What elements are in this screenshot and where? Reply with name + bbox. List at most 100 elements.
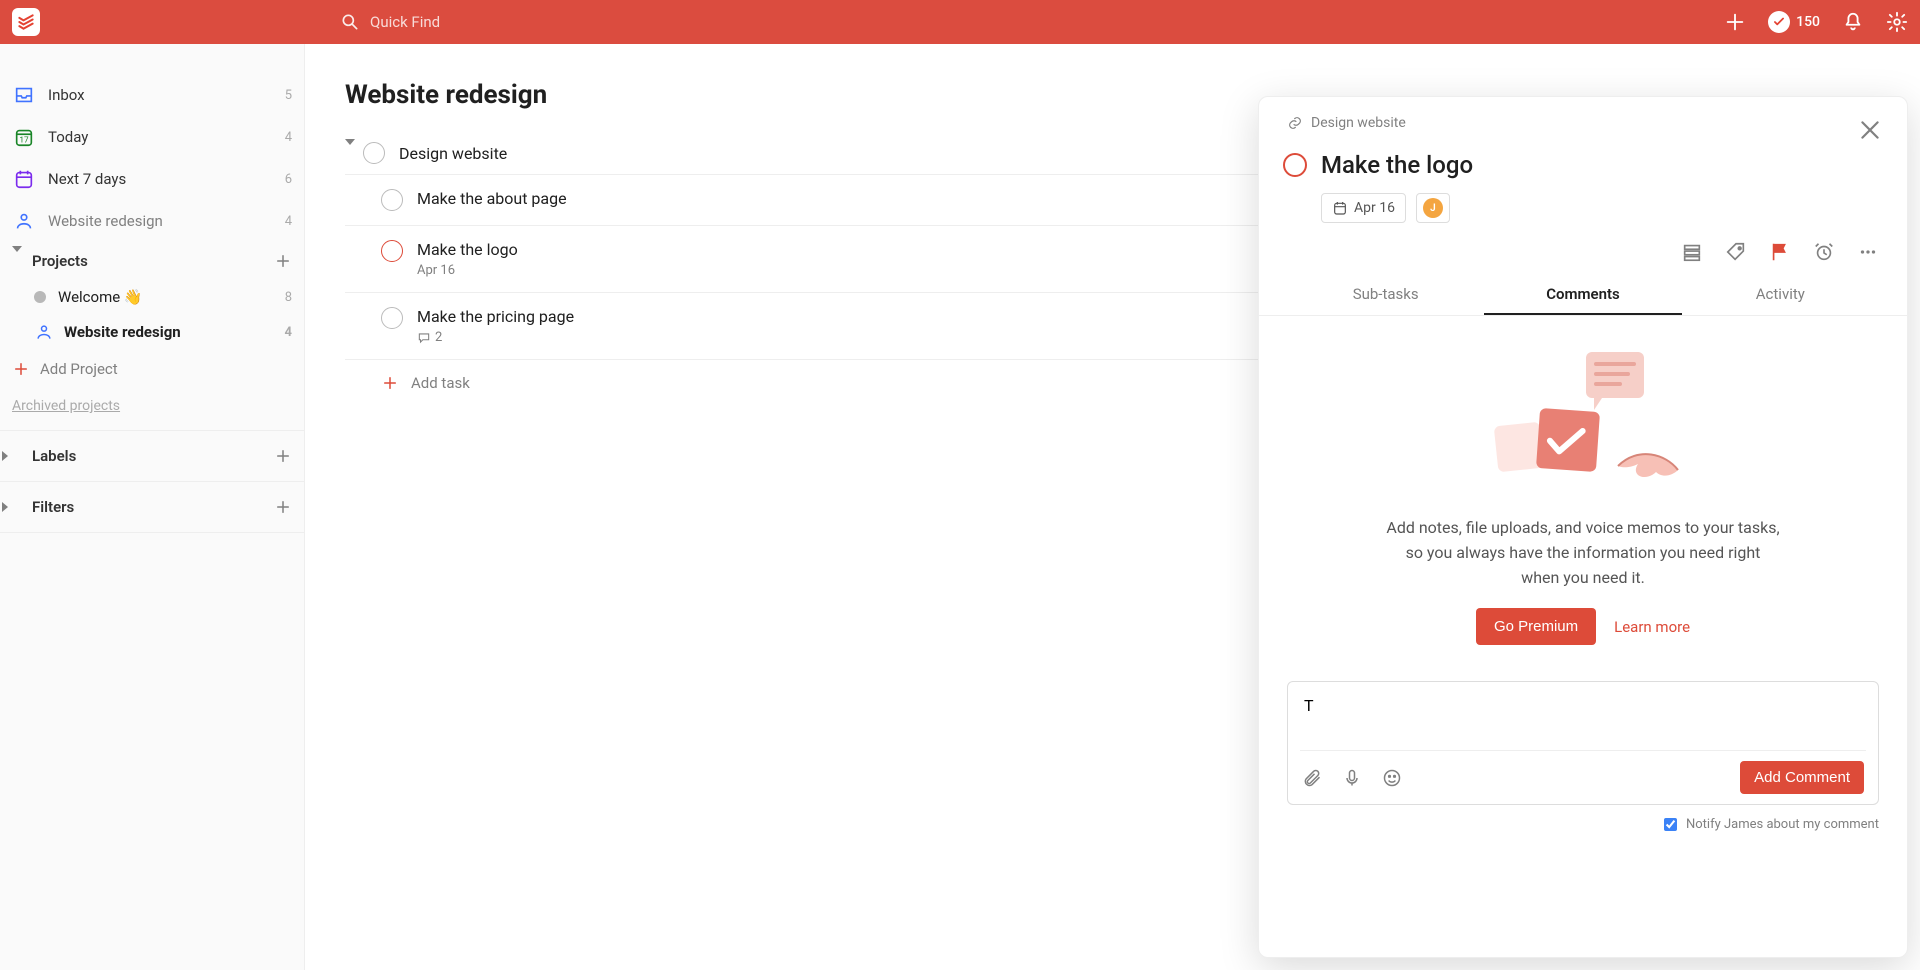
karma-count: 150 (1796, 14, 1820, 30)
app-logo[interactable] (12, 8, 40, 36)
sidebar-section-projects[interactable]: Projects (0, 242, 304, 280)
sidebar-section-labels-label: Labels (32, 447, 76, 465)
panel-task-title[interactable]: Make the logo (1321, 151, 1473, 179)
sidebar-project-label-0: Welcome 👋 (58, 288, 285, 306)
archived-projects-link[interactable]: Archived projects (0, 388, 304, 424)
close-icon (1857, 117, 1883, 143)
mic-icon[interactable] (1342, 768, 1362, 788)
notify-checkbox[interactable] (1664, 818, 1677, 831)
add-project-label: Add Project (40, 360, 118, 378)
comment-input[interactable] (1302, 694, 1864, 736)
task-checkbox[interactable] (381, 189, 403, 211)
karma-circle (1768, 11, 1790, 33)
link-icon (1287, 115, 1303, 131)
schedule-chip[interactable]: Apr 16 (1321, 193, 1406, 223)
comment-icon (417, 331, 431, 345)
quick-add-button[interactable] (1724, 11, 1746, 33)
panel-breadcrumb-text: Design website (1311, 115, 1406, 131)
panel-tabs: Sub-tasks Comments Activity (1259, 275, 1907, 316)
sidebar-label-next7: Next 7 days (48, 170, 285, 188)
move-project-icon[interactable] (1681, 241, 1703, 263)
svg-text:17: 17 (19, 136, 29, 146)
chevron-right-icon (8, 451, 26, 461)
panel-breadcrumb[interactable]: Design website (1287, 115, 1879, 131)
empty-text-line1: Add notes, file uploads, and voice memos… (1327, 516, 1839, 541)
add-filter-plus-icon[interactable] (274, 498, 292, 516)
section-name: Design website (399, 144, 507, 163)
plus-icon (1724, 11, 1746, 33)
plus-icon (381, 374, 399, 392)
assignee-avatar: J (1423, 198, 1443, 218)
tab-subtasks[interactable]: Sub-tasks (1287, 275, 1484, 315)
gear-icon (1886, 11, 1908, 33)
flag-icon[interactable] (1769, 241, 1791, 263)
sidebar-label-inbox: Inbox (48, 86, 285, 104)
shared-project-icon (12, 209, 36, 233)
empty-text-line3: when you need it. (1327, 566, 1839, 591)
tab-comments[interactable]: Comments (1484, 275, 1681, 315)
task-checkbox-big[interactable] (1283, 153, 1307, 177)
sidebar-section-filters[interactable]: Filters (0, 488, 304, 526)
inbox-icon (12, 83, 36, 107)
sidebar: Inbox 5 17 Today 4 Next 7 days 6 Website… (0, 44, 305, 970)
today-icon: 17 (12, 125, 36, 149)
sidebar-project-label-1: Website redesign (64, 323, 285, 341)
productivity-button[interactable]: 150 (1768, 11, 1820, 33)
close-panel-button[interactable] (1857, 117, 1883, 147)
more-icon[interactable] (1857, 241, 1879, 263)
shared-project-icon (34, 322, 54, 342)
sidebar-section-labels[interactable]: Labels (0, 437, 304, 475)
sidebar-item-website-redesign-top[interactable]: Website redesign 4 (0, 200, 304, 242)
sidebar-count-next7: 6 (285, 172, 292, 187)
empty-text-line2: so you always have the information you n… (1327, 541, 1839, 566)
learn-more-link[interactable]: Learn more (1614, 618, 1690, 636)
notifications-button[interactable] (1842, 11, 1864, 33)
notify-label: Notify James about my comment (1686, 817, 1879, 832)
plus-icon (12, 360, 30, 378)
sidebar-item-inbox[interactable]: Inbox 5 (0, 74, 304, 116)
task-checkbox[interactable] (381, 240, 403, 262)
sidebar-project-count-1: 4 (285, 325, 292, 340)
schedule-chip-label: Apr 16 (1354, 200, 1395, 216)
section-checkbox[interactable] (363, 142, 385, 164)
label-icon[interactable] (1725, 241, 1747, 263)
sidebar-item-next7[interactable]: Next 7 days 6 (0, 158, 304, 200)
comment-composer: Add Comment (1287, 681, 1879, 805)
sidebar-count-inbox: 5 (285, 88, 292, 103)
settings-button[interactable] (1886, 11, 1908, 33)
assign-chip[interactable]: J (1416, 193, 1450, 223)
add-comment-button[interactable]: Add Comment (1740, 761, 1864, 794)
sidebar-item-today[interactable]: 17 Today 4 (0, 116, 304, 158)
sidebar-project-website-redesign[interactable]: Website redesign 4 (0, 314, 304, 350)
sidebar-project-count-0: 8 (285, 290, 292, 305)
sidebar-count-wr-top: 4 (285, 214, 292, 229)
quick-find[interactable]: Quick Find (340, 12, 440, 32)
comments-empty-state: Add notes, file uploads, and voice memos… (1287, 336, 1879, 665)
sidebar-label-wr-top: Website redesign (48, 212, 285, 230)
sidebar-section-filters-label: Filters (32, 498, 74, 516)
add-label-plus-icon[interactable] (274, 447, 292, 465)
sidebar-label-today: Today (48, 128, 285, 146)
todoist-logo-icon (16, 12, 36, 32)
calendar-icon (12, 167, 36, 191)
add-project-plus-icon[interactable] (274, 252, 292, 270)
tab-activity[interactable]: Activity (1682, 275, 1879, 315)
go-premium-button[interactable]: Go Premium (1476, 608, 1596, 645)
task-checkbox[interactable] (381, 307, 403, 329)
reminder-icon[interactable] (1813, 241, 1835, 263)
search-icon (340, 12, 360, 32)
comments-illustration (1468, 346, 1698, 496)
checkmark-icon (1772, 15, 1786, 29)
chevron-down-icon (12, 252, 22, 270)
sidebar-count-today: 4 (285, 130, 292, 145)
emoji-icon[interactable] (1382, 768, 1402, 788)
attachment-icon[interactable] (1302, 768, 1322, 788)
sidebar-project-welcome[interactable]: Welcome 👋 8 (0, 280, 304, 314)
quick-find-label: Quick Find (370, 13, 440, 31)
task-comment-count: 2 (435, 330, 442, 345)
project-bullet-icon (34, 291, 46, 303)
bell-icon (1842, 11, 1864, 33)
add-project-button[interactable]: Add Project (0, 350, 304, 388)
chevron-down-icon (345, 145, 355, 161)
top-bar: Quick Find 150 (0, 0, 1920, 44)
